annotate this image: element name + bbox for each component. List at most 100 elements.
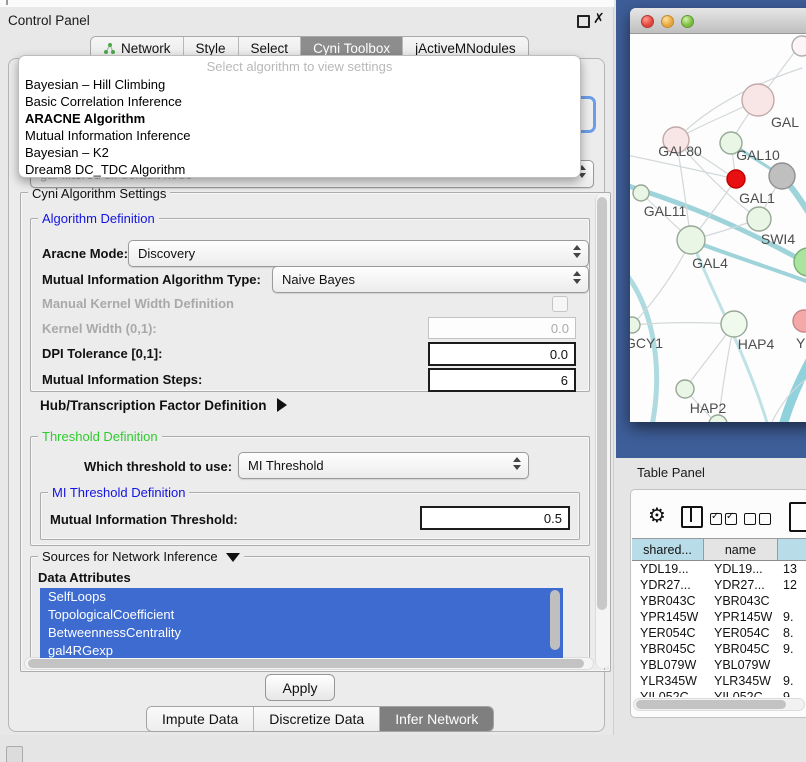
disclosure-expanded-icon[interactable] [226, 553, 240, 562]
network-node[interactable] [676, 380, 694, 398]
network-node[interactable] [792, 36, 806, 56]
columns-icon[interactable] [681, 506, 703, 528]
table-header-row: shared...name [632, 538, 806, 561]
table-row[interactable]: YBL079WYBL079W [632, 657, 806, 673]
network-node[interactable] [709, 415, 727, 422]
table-cell: YPR145W [632, 610, 704, 624]
aracne-mode-combo[interactable]: Discovery [128, 240, 589, 267]
kernel-width-label: Kernel Width (0,1): [42, 321, 157, 336]
network-node[interactable] [677, 226, 705, 254]
algorithm-popup-list: Bayesian – Hill ClimbingBasic Correlatio… [19, 76, 580, 178]
cyni-settings-title: Cyni Algorithm Settings [28, 186, 170, 201]
node-label: SWI4 [761, 231, 795, 247]
table-cell: YDR27... [632, 578, 704, 592]
bottom-tab-discretize-data[interactable]: Discretize Data [254, 707, 380, 731]
table-row[interactable]: YPR145WYPR145W9. [632, 609, 806, 625]
network-node[interactable] [630, 317, 640, 333]
algorithm-option[interactable]: Dream8 DC_TDC Algorithm [19, 161, 580, 178]
document-icon[interactable] [789, 502, 806, 532]
mi-steps-field[interactable]: 6 [428, 368, 576, 392]
tab-label: Network [121, 41, 171, 56]
apply-button[interactable]: Apply [265, 674, 335, 701]
table-cell: 9. [778, 642, 806, 656]
column-header[interactable]: shared... [632, 538, 704, 561]
gear-icon[interactable]: ⚙ [648, 503, 666, 528]
network-node[interactable] [794, 248, 806, 276]
hub-definition-toggle[interactable]: Hub/Transcription Factor Definition [40, 398, 287, 413]
minimize-traffic-light-icon[interactable] [661, 15, 674, 28]
combo-arrows-icon [573, 271, 581, 284]
mi-threshold-field[interactable]: 0.5 [420, 506, 570, 530]
column-header[interactable] [778, 538, 806, 561]
table-cell: 13 [778, 562, 806, 576]
network-node[interactable] [633, 185, 649, 201]
table-hscrollbar-thumb[interactable] [636, 700, 786, 709]
table-row[interactable]: YBR045CYBR045C9. [632, 641, 806, 657]
node-label: Y [796, 335, 806, 351]
node-label: GAL10 [736, 147, 780, 163]
zoom-traffic-light-icon[interactable] [681, 15, 694, 28]
network-node[interactable] [721, 311, 747, 337]
attribute-item[interactable]: SelfLoops [40, 588, 563, 606]
attribute-item[interactable]: BetweennessCentrality [40, 624, 563, 642]
table-row[interactable]: YIL052CYIL052C9. [632, 689, 806, 697]
bottom-tab-infer-network[interactable]: Infer Network [380, 707, 493, 731]
checked-checkboxes-icon[interactable] [710, 512, 740, 530]
table-cell: YBR045C [704, 642, 778, 656]
data-attributes-list[interactable]: SelfLoopsTopologicalCoefficientBetweenne… [40, 588, 563, 658]
network-window-titlebar[interactable] [630, 8, 806, 34]
network-node[interactable] [742, 84, 774, 116]
close-traffic-light-icon[interactable] [641, 15, 654, 28]
bottom-tab-impute-data[interactable]: Impute Data [147, 707, 254, 731]
dpi-tolerance-field[interactable]: 0.0 [428, 342, 576, 366]
table-cell: YPR145W [704, 610, 778, 624]
tab-label: Style [196, 41, 226, 56]
node-label: GAL1 [739, 190, 775, 206]
table-row[interactable]: YBR043CYBR043C [632, 593, 806, 609]
disclosure-collapsed-icon[interactable] [277, 398, 287, 412]
table-panel-title: Table Panel [637, 465, 705, 480]
combo-arrows-icon [573, 245, 581, 258]
unchecked-checkboxes-icon[interactable] [744, 512, 774, 530]
attribute-item[interactable]: gal4RGexp [40, 642, 563, 658]
kernel-width-field: 0.0 [428, 317, 576, 339]
table-row[interactable]: YDR27...YDR27...12 [632, 577, 806, 593]
table-cell: YBR045C [632, 642, 704, 656]
table-cell: YLR345W [704, 674, 778, 688]
table-cell: YBL079W [704, 658, 778, 672]
algorithm-option[interactable]: Mutual Information Inference [19, 127, 580, 144]
column-header[interactable]: name [704, 538, 778, 561]
which-threshold-combo[interactable]: MI Threshold [238, 452, 529, 479]
data-attributes-label: Data Attributes [38, 570, 131, 585]
settings-vscrollbar-thumb[interactable] [597, 197, 607, 610]
network-node[interactable] [747, 207, 771, 231]
hub-definition-label: Hub/Transcription Factor Definition [40, 398, 267, 413]
float-window-icon[interactable] [577, 15, 590, 28]
table-cell: YIL052C [704, 690, 778, 697]
algorithm-option[interactable]: ARACNE Algorithm [19, 110, 580, 127]
dock-corner-button[interactable] [6, 746, 23, 762]
table-row[interactable]: YLR345WYLR345W9. [632, 673, 806, 689]
algorithm-option[interactable]: Bayesian – Hill Climbing [19, 76, 580, 93]
network-node[interactable] [769, 163, 795, 189]
table-row[interactable]: YER054CYER054C8. [632, 625, 806, 641]
tab-label: jActiveMNodules [415, 41, 516, 56]
algorithm-option[interactable]: Bayesian – K2 [19, 144, 580, 161]
table-body: YDL19...YDL19...13YDR27...YDR27...12YBR0… [632, 561, 806, 697]
node-label: GCY1 [630, 335, 663, 351]
node-label: GAL4 [692, 255, 728, 271]
algorithm-dropdown-popup: Select algorithm to view settings Bayesi… [18, 55, 581, 178]
network-node[interactable] [727, 170, 745, 188]
algorithm-option[interactable]: Basic Correlation Inference [19, 93, 580, 110]
settings-hscrollbar-thumb[interactable] [28, 659, 584, 668]
network-window: GALGAL80GAL10GAL11GAL1SWI4GAL4GCY1HAP4YH… [630, 8, 806, 422]
table-row[interactable]: YDL19...YDL19...13 [632, 561, 806, 577]
mi-type-combo[interactable]: Naive Bayes [272, 266, 589, 293]
attribute-list-scrollbar-thumb[interactable] [550, 590, 560, 650]
network-node[interactable] [793, 310, 806, 332]
close-icon[interactable]: ✗ [593, 10, 605, 27]
sources-toggle[interactable]: Sources for Network Inference [38, 549, 244, 564]
attribute-item[interactable]: TopologicalCoefficient [40, 606, 563, 624]
control-panel-title: Control Panel [8, 13, 90, 28]
network-canvas[interactable]: GALGAL80GAL10GAL11GAL1SWI4GAL4GCY1HAP4YH… [630, 34, 806, 422]
